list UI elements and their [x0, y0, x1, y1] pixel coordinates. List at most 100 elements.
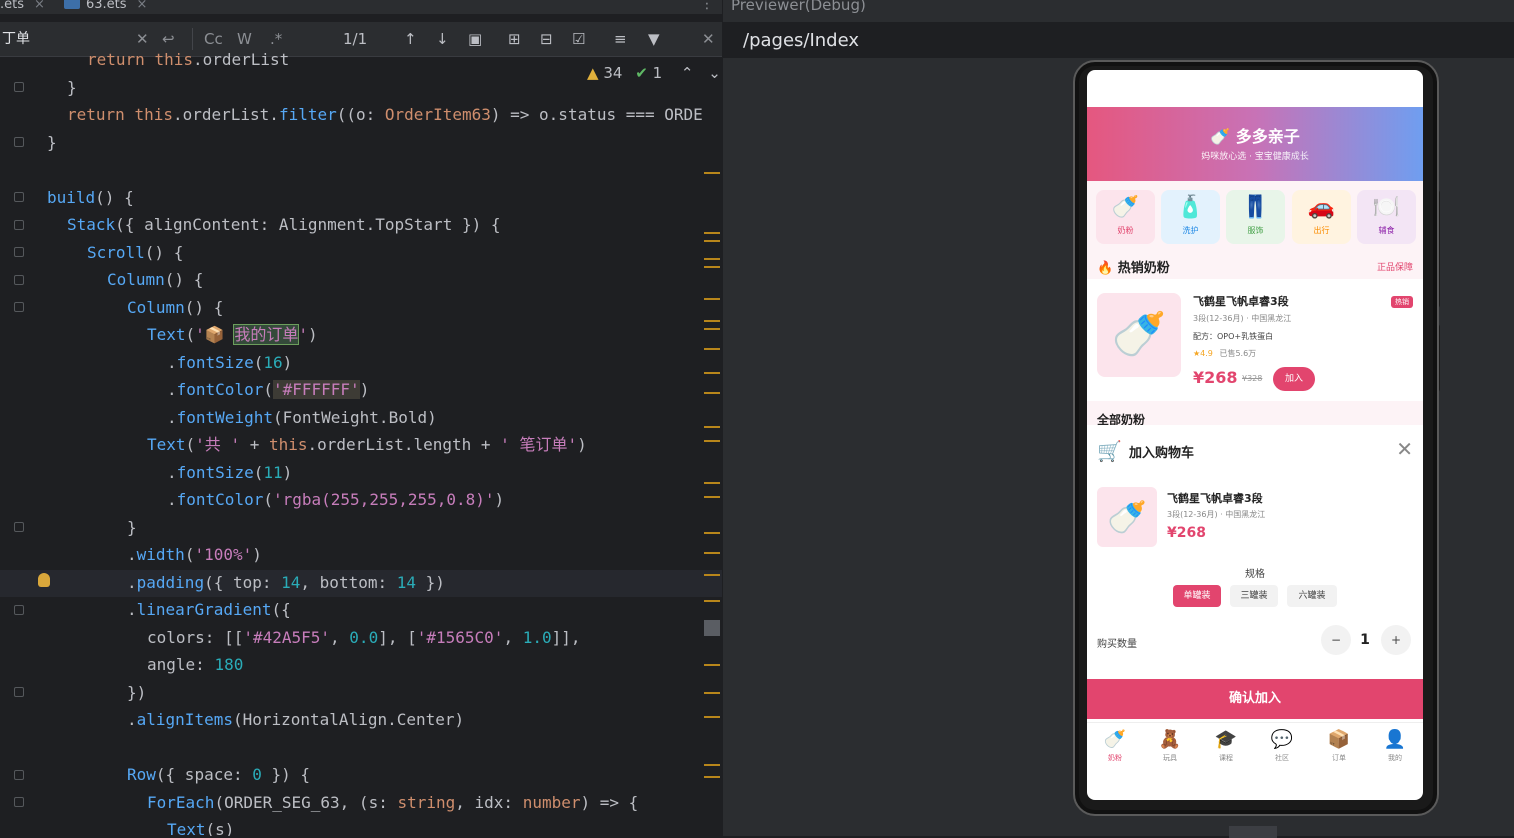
stripe-mark[interactable] — [704, 552, 720, 554]
stripe-mark[interactable] — [704, 298, 720, 300]
stripe-mark[interactable] — [704, 240, 720, 242]
category-milk[interactable]: 🍼 奶粉 — [1096, 190, 1155, 244]
tab-orders[interactable]: 📦 订单 — [1319, 729, 1359, 763]
device-screen[interactable]: 🍼 多多亲子 妈咪放心选 · 宝宝健康成长 🍼 奶粉 🧴 洗护 👖 服饰 🚗 出… — [1087, 70, 1423, 800]
stripe-mark[interactable] — [704, 776, 720, 778]
product-formula: 配方：OPO+乳铁蛋白 — [1193, 332, 1274, 341]
close-icon[interactable]: × — [34, 0, 45, 12]
tab-label: .ets — [0, 0, 25, 12]
stripe-mark[interactable] — [704, 392, 720, 394]
stripe-mark[interactable] — [704, 258, 720, 260]
product-card[interactable]: 🍼 飞鹤星飞帆卓睿3段 热销 3段(12-36月) · 中国黑龙江 配方：OPO… — [1087, 279, 1423, 399]
option-triple[interactable]: 三罐装 — [1230, 585, 1278, 607]
guarantee-link[interactable]: 正品保障 — [1377, 260, 1413, 273]
stripe-mark[interactable] — [704, 328, 720, 330]
stripe-mark[interactable] — [704, 232, 720, 234]
tab-label: 社区 — [1275, 754, 1289, 762]
code-line-4: } — [47, 133, 57, 152]
fold-icon[interactable] — [14, 82, 24, 92]
stripe-mark[interactable] — [704, 440, 720, 442]
section-title-text: 热销奶粉 — [1117, 261, 1170, 276]
stripe-mark[interactable] — [704, 716, 720, 718]
search-input[interactable]: 丁单 — [2, 22, 30, 56]
stripe-mark[interactable] — [704, 320, 720, 322]
category-food[interactable]: 🍽️ 辅食 — [1357, 190, 1416, 244]
code-line-11: Text('📦 我的订单') — [147, 324, 318, 345]
option-single[interactable]: 单罐装 — [1173, 585, 1221, 607]
stripe-mark[interactable] — [704, 574, 720, 576]
stripe-mark[interactable] — [704, 372, 720, 374]
quantity-value: 1 — [1360, 632, 1370, 648]
page-path: /pages/Index — [743, 30, 860, 51]
decrease-button[interactable]: − — [1321, 625, 1351, 655]
stripe-mark[interactable] — [704, 496, 720, 498]
code-area[interactable]: return this.orderList } return this.orde… — [47, 0, 722, 836]
category-care[interactable]: 🧴 洗护 — [1161, 190, 1220, 244]
code-line-8: Scroll() { — [87, 243, 184, 262]
tab-milk[interactable]: 🍼 奶粉 — [1095, 729, 1135, 763]
fold-icon[interactable] — [14, 275, 24, 285]
code-line-17: .fontColor('rgba(255,255,255,0.8)') — [167, 490, 505, 509]
product-rating: ★4.9 已售5.6万 — [1193, 348, 1256, 359]
stripe-mark[interactable] — [704, 600, 720, 602]
tab-profile[interactable]: 👤 我的 — [1375, 729, 1415, 763]
confirm-add-button[interactable]: 确认加入 — [1087, 679, 1423, 719]
code-line-3: return this.orderList.filter((o: OrderIt… — [67, 105, 703, 124]
tab-label: 奶粉 — [1108, 754, 1122, 762]
fire-icon: 🔥 — [1097, 261, 1114, 276]
error-stripe[interactable] — [704, 160, 720, 800]
code-line-9: Column() { — [107, 270, 204, 289]
stripe-mark[interactable] — [704, 764, 720, 766]
fold-icon[interactable] — [14, 220, 24, 230]
previewer-scroll-handle[interactable] — [1229, 826, 1277, 838]
tab-toys[interactable]: 🧸 玩具 — [1150, 729, 1190, 763]
code-editor[interactable]: .ets × 63.ets × ⋮ 丁单 ✕ ↩ Cc W .* 1/1 ↑ ↓ ▣… — [0, 0, 722, 836]
tab-courses[interactable]: 🎓 课程 — [1206, 729, 1246, 763]
teddy-bear-icon: 🧸 — [1158, 729, 1182, 750]
stripe-mark[interactable] — [704, 172, 720, 174]
fold-icon[interactable] — [14, 605, 24, 615]
stripe-mark[interactable] — [704, 482, 720, 484]
fold-icon[interactable] — [14, 687, 24, 697]
code-line-25: .alignItems(HorizontalAlign.Center) — [127, 710, 465, 729]
stripe-mark[interactable] — [704, 426, 720, 428]
fold-icon[interactable] — [14, 797, 24, 807]
increase-button[interactable]: + — [1381, 625, 1411, 655]
fold-icon[interactable] — [14, 137, 24, 147]
tab-label: 课程 — [1219, 754, 1233, 762]
fold-icon[interactable] — [14, 302, 24, 312]
code-line-2: } — [67, 78, 77, 97]
stripe-mark[interactable] — [704, 266, 720, 268]
stripe-mark[interactable] — [704, 692, 720, 694]
tab-community[interactable]: 💬 社区 — [1262, 729, 1302, 763]
category-clothing[interactable]: 👖 服饰 — [1226, 190, 1285, 244]
tab-ets[interactable]: .ets × — [0, 0, 45, 14]
fold-icon[interactable] — [14, 247, 24, 257]
stripe-mark[interactable] — [704, 532, 720, 534]
tab-label: 订单 — [1332, 754, 1346, 762]
rating-value: ★4.9 — [1193, 349, 1213, 358]
app-title: 🍼 多多亲子 — [1210, 127, 1300, 146]
code-line-16: .fontSize(11) — [167, 463, 293, 482]
stripe-mark[interactable] — [704, 348, 720, 350]
sheet-product-name: 飞鹤星飞帆卓睿3段 — [1167, 492, 1263, 505]
add-button[interactable]: 加入 — [1273, 367, 1315, 391]
code-line-27: Row({ space: 0 }) { — [127, 765, 311, 784]
fold-icon[interactable] — [14, 770, 24, 780]
tab-label: 我的 — [1388, 754, 1402, 762]
category-label: 出行 — [1313, 226, 1330, 235]
car-icon: 🚗 — [1307, 195, 1336, 220]
hot-section-header: 🔥 热销奶粉 正品保障 — [1087, 249, 1423, 279]
close-icon[interactable]: ✕ — [1396, 437, 1413, 461]
fold-icon[interactable] — [14, 192, 24, 202]
category-travel[interactable]: 🚗 出行 — [1292, 190, 1351, 244]
scroll-thumb[interactable] — [704, 620, 720, 636]
code-line-15: Text('共 ' + this.orderList.length + ' 笔订… — [147, 435, 587, 454]
stripe-mark[interactable] — [704, 664, 720, 666]
option-six[interactable]: 六罐装 — [1287, 585, 1337, 607]
code-line-1: return this.orderList — [87, 50, 290, 69]
fold-icon[interactable] — [14, 522, 24, 532]
code-line-19: .width('100%') — [127, 545, 262, 564]
code-line-20: .padding({ top: 14, bottom: 14 }) — [127, 573, 445, 592]
baby-bottle-icon: 🍼 — [1111, 195, 1140, 220]
